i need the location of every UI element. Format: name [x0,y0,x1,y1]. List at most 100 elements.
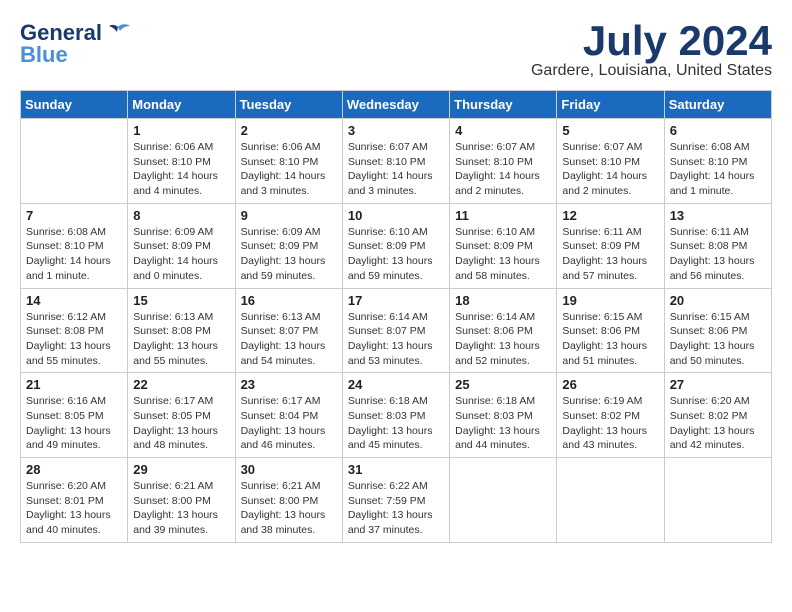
cell-info: Sunrise: 6:07 AMSunset: 8:10 PMDaylight:… [562,141,647,197]
calendar-cell [21,119,128,204]
cell-info: Sunrise: 6:17 AMSunset: 8:04 PMDaylight:… [241,395,326,451]
cell-info: Sunrise: 6:20 AMSunset: 8:02 PMDaylight:… [670,395,755,451]
calendar-day-header: Friday [557,91,664,119]
day-number: 31 [348,462,444,477]
cell-info: Sunrise: 6:21 AMSunset: 8:00 PMDaylight:… [133,480,218,536]
day-number: 15 [133,293,229,308]
day-number: 11 [455,208,551,223]
day-number: 18 [455,293,551,308]
logo: General Blue [20,20,132,68]
cell-info: Sunrise: 6:12 AMSunset: 8:08 PMDaylight:… [26,311,111,367]
cell-info: Sunrise: 6:07 AMSunset: 8:10 PMDaylight:… [348,141,433,197]
cell-info: Sunrise: 6:08 AMSunset: 8:10 PMDaylight:… [670,141,755,197]
cell-info: Sunrise: 6:15 AMSunset: 8:06 PMDaylight:… [562,311,647,367]
day-number: 29 [133,462,229,477]
day-number: 4 [455,123,551,138]
calendar-day-header: Wednesday [342,91,449,119]
day-number: 27 [670,377,766,392]
day-number: 3 [348,123,444,138]
day-number: 16 [241,293,337,308]
calendar-day-header: Tuesday [235,91,342,119]
cell-info: Sunrise: 6:22 AMSunset: 7:59 PMDaylight:… [348,480,433,536]
header: General Blue July 2024 Gardere, Louisian… [20,20,772,80]
calendar-cell: 16 Sunrise: 6:13 AMSunset: 8:07 PMDaylig… [235,288,342,373]
calendar-cell: 6 Sunrise: 6:08 AMSunset: 8:10 PMDayligh… [664,119,771,204]
calendar-cell: 26 Sunrise: 6:19 AMSunset: 8:02 PMDaylig… [557,373,664,458]
calendar-cell: 2 Sunrise: 6:06 AMSunset: 8:10 PMDayligh… [235,119,342,204]
day-number: 8 [133,208,229,223]
calendar-cell [664,458,771,543]
calendar-cell: 27 Sunrise: 6:20 AMSunset: 8:02 PMDaylig… [664,373,771,458]
day-number: 5 [562,123,658,138]
cell-info: Sunrise: 6:19 AMSunset: 8:02 PMDaylight:… [562,395,647,451]
day-number: 6 [670,123,766,138]
calendar-cell: 9 Sunrise: 6:09 AMSunset: 8:09 PMDayligh… [235,203,342,288]
cell-info: Sunrise: 6:08 AMSunset: 8:10 PMDaylight:… [26,226,111,282]
cell-info: Sunrise: 6:17 AMSunset: 8:05 PMDaylight:… [133,395,218,451]
cell-info: Sunrise: 6:18 AMSunset: 8:03 PMDaylight:… [455,395,540,451]
cell-info: Sunrise: 6:13 AMSunset: 8:08 PMDaylight:… [133,311,218,367]
day-number: 23 [241,377,337,392]
calendar-week-row: 21 Sunrise: 6:16 AMSunset: 8:05 PMDaylig… [21,373,772,458]
day-number: 19 [562,293,658,308]
calendar-cell: 22 Sunrise: 6:17 AMSunset: 8:05 PMDaylig… [128,373,235,458]
title-area: July 2024 Gardere, Louisiana, United Sta… [531,20,772,80]
calendar-week-row: 7 Sunrise: 6:08 AMSunset: 8:10 PMDayligh… [21,203,772,288]
day-number: 17 [348,293,444,308]
calendar-week-row: 14 Sunrise: 6:12 AMSunset: 8:08 PMDaylig… [21,288,772,373]
calendar-cell: 20 Sunrise: 6:15 AMSunset: 8:06 PMDaylig… [664,288,771,373]
cell-info: Sunrise: 6:16 AMSunset: 8:05 PMDaylight:… [26,395,111,451]
calendar-cell: 30 Sunrise: 6:21 AMSunset: 8:00 PMDaylig… [235,458,342,543]
calendar-cell: 28 Sunrise: 6:20 AMSunset: 8:01 PMDaylig… [21,458,128,543]
calendar-day-header: Monday [128,91,235,119]
calendar-cell: 29 Sunrise: 6:21 AMSunset: 8:00 PMDaylig… [128,458,235,543]
cell-info: Sunrise: 6:13 AMSunset: 8:07 PMDaylight:… [241,311,326,367]
cell-info: Sunrise: 6:15 AMSunset: 8:06 PMDaylight:… [670,311,755,367]
day-number: 24 [348,377,444,392]
month-title: July 2024 [531,20,772,62]
cell-info: Sunrise: 6:18 AMSunset: 8:03 PMDaylight:… [348,395,433,451]
cell-info: Sunrise: 6:20 AMSunset: 8:01 PMDaylight:… [26,480,111,536]
day-number: 9 [241,208,337,223]
calendar-header-row: SundayMondayTuesdayWednesdayThursdayFrid… [21,91,772,119]
calendar-cell: 5 Sunrise: 6:07 AMSunset: 8:10 PMDayligh… [557,119,664,204]
calendar-week-row: 1 Sunrise: 6:06 AMSunset: 8:10 PMDayligh… [21,119,772,204]
calendar-cell: 3 Sunrise: 6:07 AMSunset: 8:10 PMDayligh… [342,119,449,204]
calendar-cell [557,458,664,543]
calendar-cell: 18 Sunrise: 6:14 AMSunset: 8:06 PMDaylig… [450,288,557,373]
logo-bird-icon [104,23,132,43]
day-number: 13 [670,208,766,223]
calendar-cell: 25 Sunrise: 6:18 AMSunset: 8:03 PMDaylig… [450,373,557,458]
calendar-cell: 21 Sunrise: 6:16 AMSunset: 8:05 PMDaylig… [21,373,128,458]
calendar-cell: 8 Sunrise: 6:09 AMSunset: 8:09 PMDayligh… [128,203,235,288]
calendar-cell: 1 Sunrise: 6:06 AMSunset: 8:10 PMDayligh… [128,119,235,204]
calendar-cell: 7 Sunrise: 6:08 AMSunset: 8:10 PMDayligh… [21,203,128,288]
day-number: 21 [26,377,122,392]
day-number: 22 [133,377,229,392]
cell-info: Sunrise: 6:11 AMSunset: 8:09 PMDaylight:… [562,226,647,282]
day-number: 14 [26,293,122,308]
calendar-week-row: 28 Sunrise: 6:20 AMSunset: 8:01 PMDaylig… [21,458,772,543]
calendar-cell: 15 Sunrise: 6:13 AMSunset: 8:08 PMDaylig… [128,288,235,373]
calendar-cell: 23 Sunrise: 6:17 AMSunset: 8:04 PMDaylig… [235,373,342,458]
day-number: 1 [133,123,229,138]
calendar-day-header: Sunday [21,91,128,119]
day-number: 2 [241,123,337,138]
day-number: 30 [241,462,337,477]
calendar-cell: 19 Sunrise: 6:15 AMSunset: 8:06 PMDaylig… [557,288,664,373]
calendar-cell: 24 Sunrise: 6:18 AMSunset: 8:03 PMDaylig… [342,373,449,458]
calendar-day-header: Thursday [450,91,557,119]
calendar-cell: 31 Sunrise: 6:22 AMSunset: 7:59 PMDaylig… [342,458,449,543]
day-number: 12 [562,208,658,223]
day-number: 26 [562,377,658,392]
cell-info: Sunrise: 6:09 AMSunset: 8:09 PMDaylight:… [133,226,218,282]
calendar-cell: 13 Sunrise: 6:11 AMSunset: 8:08 PMDaylig… [664,203,771,288]
day-number: 7 [26,208,122,223]
calendar-cell [450,458,557,543]
day-number: 28 [26,462,122,477]
cell-info: Sunrise: 6:07 AMSunset: 8:10 PMDaylight:… [455,141,540,197]
day-number: 20 [670,293,766,308]
cell-info: Sunrise: 6:10 AMSunset: 8:09 PMDaylight:… [348,226,433,282]
calendar-cell: 4 Sunrise: 6:07 AMSunset: 8:10 PMDayligh… [450,119,557,204]
calendar-cell: 11 Sunrise: 6:10 AMSunset: 8:09 PMDaylig… [450,203,557,288]
